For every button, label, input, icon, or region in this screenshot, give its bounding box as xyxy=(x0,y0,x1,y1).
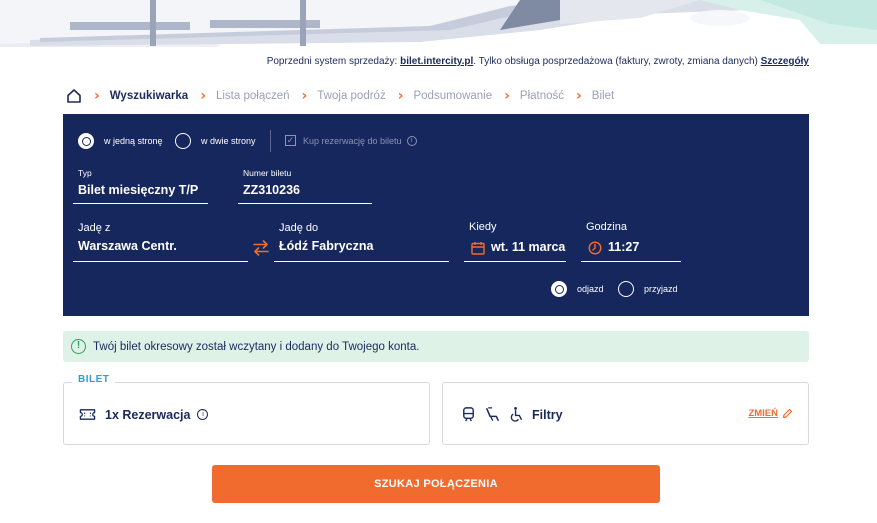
to-station-field[interactable]: Jadę do Łódź Fabryczna xyxy=(274,220,449,262)
time-field[interactable]: Godzina 11:27 xyxy=(581,219,681,262)
page: Poprzedni system sprzedaży: bilet.interc… xyxy=(0,0,877,523)
chevron-right-icon: › xyxy=(576,88,582,104)
chevron-right-icon: › xyxy=(200,88,206,104)
legacy-system-notice: Poprzedni system sprzedaży: bilet.interc… xyxy=(267,56,809,67)
breadcrumb-step-ticket: › Bilet xyxy=(576,88,615,104)
info-icon[interactable]: i xyxy=(406,135,417,146)
divider xyxy=(270,130,271,152)
notice-prefix: Poprzedni system sprzedaży: xyxy=(266,56,398,67)
breadcrumb: › Wyszukiwarka › Lista połączeń › Twoja … xyxy=(66,86,626,106)
radio-dot[interactable] xyxy=(175,133,191,149)
success-message-text: Twój bilet okresowy został wczytany i do… xyxy=(93,340,420,353)
reservation-checkbox[interactable]: ✓ Kup rezerwację do biletu i xyxy=(285,135,417,146)
radio-one-way[interactable]: w jedną stronę xyxy=(78,133,163,149)
search-panel: w jedną stronę w dwie strony ✓ Kup rezer… xyxy=(63,114,809,316)
ticket-card-tag: BILET xyxy=(72,374,116,385)
exclamation-circle-icon: ! xyxy=(71,339,86,354)
pencil-icon xyxy=(782,408,793,419)
notice-middle: . Tylko obsługa posprzedażowa (faktury, … xyxy=(473,56,758,67)
date-field[interactable]: Kiedy wt. 11 marca xyxy=(464,219,566,262)
edit-filters-link[interactable]: ZMIEŃ xyxy=(748,408,793,419)
train-icon xyxy=(463,407,474,422)
breadcrumb-step-payment: › Płatność xyxy=(504,88,565,104)
calendar-icon xyxy=(471,242,485,255)
details-link[interactable]: Szczegóły xyxy=(761,56,809,67)
info-icon[interactable]: i xyxy=(197,409,209,420)
success-message: ! Twój bilet okresowy został wczytany i … xyxy=(63,331,809,362)
radio-dot[interactable] xyxy=(618,281,634,297)
legacy-system-link[interactable]: bilet.intercity.pl xyxy=(400,56,473,67)
filters-card-title: Filtry xyxy=(532,407,563,422)
ticket-number-field[interactable]: Numer biletu ZZ310236 xyxy=(238,166,372,204)
clock-icon xyxy=(588,241,602,255)
radio-round-trip[interactable]: w dwie strony xyxy=(175,133,256,149)
wheelchair-icon xyxy=(510,406,522,422)
chevron-right-icon: › xyxy=(94,88,100,104)
radio-departure[interactable]: odjazd xyxy=(551,281,604,297)
swap-stations-icon[interactable] xyxy=(251,238,271,258)
breadcrumb-step-journey: › Twoja podróż xyxy=(301,88,386,104)
search-connections-button[interactable]: SZUKAJ POŁĄCZENIA xyxy=(212,465,660,503)
breadcrumb-step-connections: › Lista połączeń xyxy=(200,88,290,104)
chevron-right-icon: › xyxy=(397,88,404,104)
ticket-card-title: 1x Rezerwacja xyxy=(105,407,191,422)
ticket-card[interactable]: 1x Rezerwacja i xyxy=(63,382,430,445)
radio-dot-selected[interactable] xyxy=(78,133,94,149)
filters-card-row: Filtry xyxy=(460,406,563,423)
radio-dot-selected[interactable] xyxy=(551,281,567,297)
breadcrumb-step-search[interactable]: › Wyszukiwarka xyxy=(94,88,200,104)
chevron-right-icon: › xyxy=(504,88,510,104)
radio-arrival[interactable]: przyjazd xyxy=(618,281,678,297)
seat-icon xyxy=(486,407,499,421)
checkbox-checked-icon[interactable]: ✓ xyxy=(285,135,296,146)
ticket-card-row: 1x Rezerwacja i xyxy=(79,406,209,423)
breadcrumb-step-summary: › Podsumowanie xyxy=(397,88,493,104)
home-icon[interactable] xyxy=(66,88,82,104)
ticket-type-field[interactable]: Typ Bilet miesięczny T/P xyxy=(73,166,208,204)
hero-banner xyxy=(0,0,877,47)
chevron-right-icon: › xyxy=(301,88,308,104)
ticket-icon xyxy=(79,409,96,420)
filters-card[interactable]: Filtry ZMIEŃ xyxy=(442,382,809,445)
train-illustration xyxy=(0,0,877,47)
from-station-field[interactable]: Jadę z Warszawa Centr. xyxy=(73,220,248,262)
